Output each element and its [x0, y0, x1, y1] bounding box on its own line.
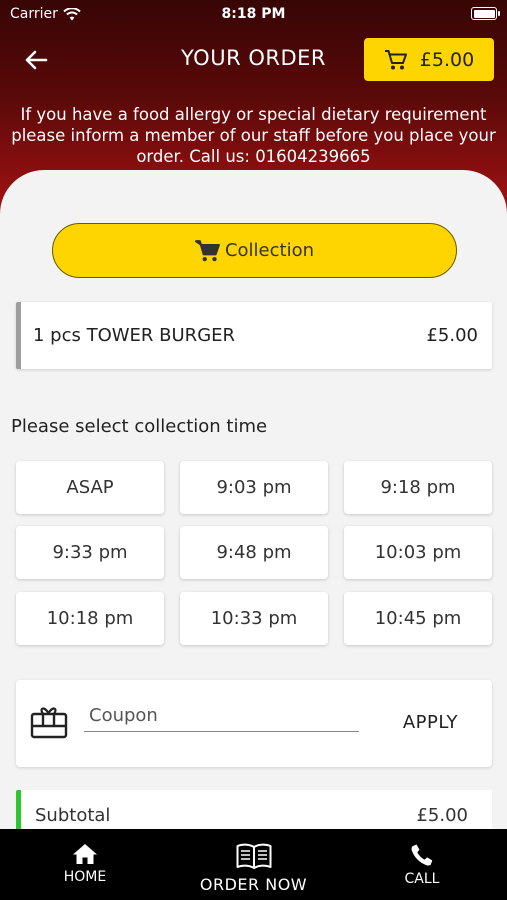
- gift-card-icon: [30, 707, 68, 739]
- cart-icon: [384, 49, 407, 69]
- subtotal-value: £5.00: [416, 804, 468, 826]
- menu-book-icon: [236, 843, 271, 869]
- time-slot[interactable]: 9:18 pm: [344, 461, 492, 514]
- coupon-input[interactable]: [84, 700, 359, 732]
- time-slot[interactable]: 10:03 pm: [344, 526, 492, 579]
- order-item: 1 pcs TOWER BURGER £5.00: [16, 302, 492, 369]
- home-icon: [73, 844, 97, 864]
- cart-total: £5.00: [419, 48, 475, 71]
- nav-home-label: HOME: [63, 869, 107, 885]
- nav-call[interactable]: CALL: [362, 843, 482, 887]
- collection-time-label: Please select collection time: [11, 416, 268, 437]
- time-slot[interactable]: 9:03 pm: [180, 461, 328, 514]
- time-slot[interactable]: 10:45 pm: [344, 592, 492, 645]
- nav-order-now[interactable]: ORDER NOW: [190, 843, 317, 894]
- cart-button[interactable]: £5.00: [364, 38, 494, 81]
- time-slot[interactable]: 9:33 pm: [16, 526, 164, 579]
- item-label: 1 pcs TOWER BURGER: [33, 325, 236, 346]
- status-bar: Carrier 8:18 PM: [0, 0, 507, 28]
- cart-icon: [194, 239, 220, 261]
- coupon-card: APPLY: [16, 680, 492, 767]
- nav-order-label: ORDER NOW: [199, 875, 308, 894]
- status-time: 8:18 PM: [221, 6, 286, 22]
- collection-button[interactable]: Collection: [52, 223, 457, 278]
- item-price: £5.00: [426, 325, 478, 346]
- apply-button[interactable]: APPLY: [403, 712, 458, 733]
- subtotal-label: Subtotal: [35, 804, 111, 826]
- collection-label: Collection: [224, 240, 315, 261]
- allergy-notice: If you have a food allergy or special di…: [11, 105, 496, 166]
- battery-icon: [471, 7, 500, 20]
- phone-icon: [411, 844, 433, 866]
- time-slot-asap[interactable]: ASAP: [16, 461, 164, 514]
- time-slot[interactable]: 10:18 pm: [16, 592, 164, 645]
- nav-call-label: CALL: [404, 871, 440, 887]
- nav-home[interactable]: HOME: [25, 843, 145, 885]
- time-slot[interactable]: 9:48 pm: [180, 526, 328, 579]
- time-slot[interactable]: 10:33 pm: [180, 592, 328, 645]
- bottom-nav: HOME ORDER NOW CALL: [0, 829, 507, 900]
